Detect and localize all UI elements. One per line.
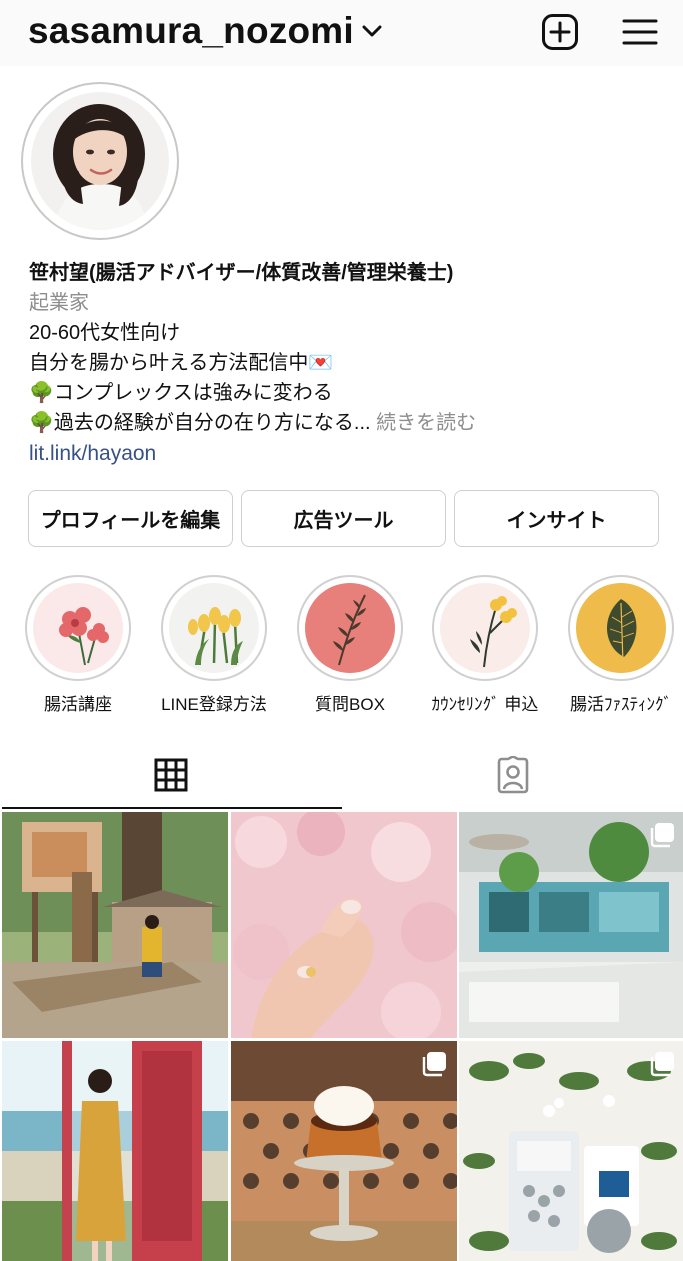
highlight-item[interactable]: 腸活講座 [23,575,133,715]
chevron-down-icon [362,25,382,37]
bio-line-text: 🌳過去の経験が自分の在り方になる... [29,412,371,434]
profile-category: 起業家 [29,292,89,314]
highlight-item[interactable]: 腸活ﾌｧｽﾃｨﾝｸﾞ [566,575,676,715]
edit-profile-button[interactable]: プロフィールを編集 [28,490,233,547]
multiple-posts-icon [650,1052,674,1077]
wildflower-icon [440,583,530,673]
read-more-link[interactable]: 続きを読む [376,412,476,434]
multiple-posts-icon [650,823,674,848]
highlight-label: 腸活ﾌｧｽﾃｨﾝｸﾞ [570,695,672,714]
post-thumbnail[interactable] [231,812,457,1038]
profile-link[interactable]: lit.link/hayaon [29,438,669,469]
highlight-ring [568,575,674,681]
hamburger-menu-icon [622,19,658,45]
new-post-button[interactable] [540,12,580,52]
insights-button[interactable]: インサイト [454,490,659,547]
highlight-label: ｶｳﾝｾﾘﾝｸﾞ 申込 [431,695,539,714]
ad-tools-button[interactable]: 広告ツール [241,490,446,547]
leaf-icon [576,583,666,673]
account-switcher[interactable]: sasamura_nozomi [28,10,382,52]
highlight-item[interactable]: ｶｳﾝｾﾘﾝｸﾞ 申込 [430,575,540,715]
menu-button[interactable] [620,12,660,52]
highlight-ring [161,575,267,681]
post-thumbnail[interactable] [231,1041,457,1261]
top-bar: sasamura_nozomi [0,0,683,66]
flower-icon [33,583,123,673]
post-thumbnail[interactable] [2,812,228,1038]
plus-square-icon [542,14,578,50]
tulip-icon [169,583,259,673]
profile-avatar-ring[interactable] [21,82,179,240]
highlight-item[interactable]: 質問BOX [295,575,405,715]
tab-tagged[interactable] [342,740,683,810]
post-thumbnail[interactable] [459,1041,683,1261]
highlight-ring [432,575,538,681]
active-tab-indicator [2,807,342,809]
bio-line: 自分を腸から叶える方法配信中💌 [29,352,334,374]
highlight-label: 質問BOX [315,695,385,714]
highlight-ring [25,575,131,681]
bio-line: 🌳コンプレックスは強みに変わる [29,382,333,404]
avatar [31,92,169,230]
tagged-person-icon [497,756,528,794]
bio-line: 20-60代女性向け [29,322,181,344]
tab-posts-grid[interactable] [0,740,341,810]
grid-icon [154,758,187,792]
highlight-label: 腸活講座 [44,695,112,714]
highlight-label: LINE登録方法 [161,695,267,714]
highlight-item[interactable]: LINE登録方法 [159,575,269,715]
bio-line-truncated: 🌳過去の経験が自分の在り方になる... 続きを読む [29,408,669,438]
highlight-ring [297,575,403,681]
profile-bio: 笹村望(腸活アドバイザー/体質改善/管理栄養士) 起業家 20-60代女性向け … [29,258,669,469]
profile-tabs [0,740,683,810]
post-thumbnail[interactable] [459,812,683,1038]
post-thumbnail[interactable] [2,1041,228,1261]
profile-name: 笹村望(腸活アドバイザー/体質改善/管理栄養士) [29,262,454,284]
multiple-posts-icon [422,1052,446,1077]
fern-leaf-icon [305,583,395,673]
username: sasamura_nozomi [28,10,354,51]
